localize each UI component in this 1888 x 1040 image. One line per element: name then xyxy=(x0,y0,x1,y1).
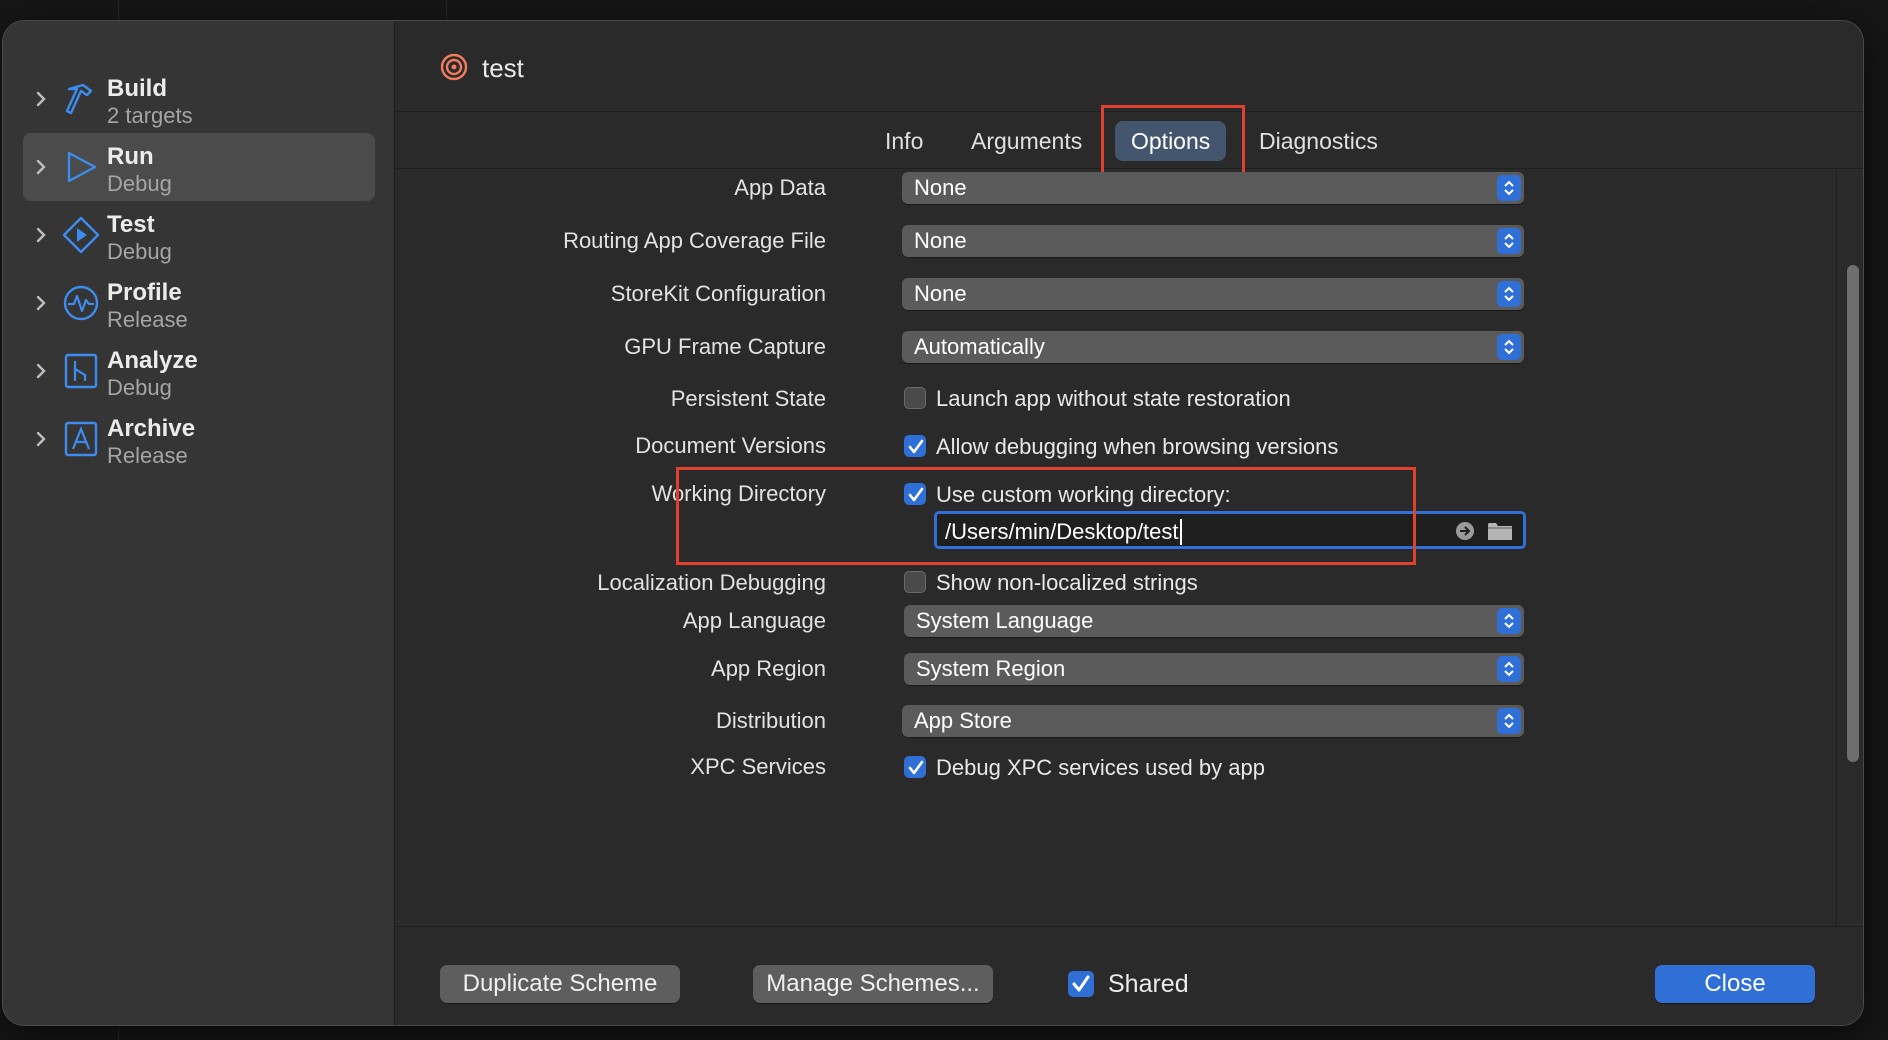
highlight-box-working-directory xyxy=(676,467,1416,565)
xpc-services-label: XPC Services xyxy=(690,754,826,779)
popup-value: System Language xyxy=(916,608,1094,633)
hammer-icon xyxy=(65,83,93,115)
sidebar-item-name: Build xyxy=(107,75,167,102)
waveform-icon xyxy=(63,285,99,321)
chevron-updown-icon xyxy=(1497,281,1521,307)
app-region-label: App Region xyxy=(711,656,826,681)
app-region-popup[interactable]: System Region xyxy=(904,653,1524,685)
popup-value: None xyxy=(914,281,967,306)
gpu-capture-popup[interactable]: Automatically xyxy=(902,331,1524,363)
sidebar-item-name: Test xyxy=(107,211,155,238)
duplicate-scheme-button[interactable]: Duplicate Scheme xyxy=(440,965,680,1003)
tab-info[interactable]: Info xyxy=(869,121,939,161)
target-icon xyxy=(440,53,468,81)
persistent-state-label: Persistent State xyxy=(670,386,826,411)
sidebar-item-subtitle: Release xyxy=(107,443,188,468)
sidebar-item-subtitle: Debug xyxy=(107,171,172,196)
shared-checkbox[interactable] xyxy=(1068,971,1094,997)
tab-diagnostics[interactable]: Diagnostics xyxy=(1243,121,1394,161)
storekit-label: StoreKit Configuration xyxy=(610,281,826,306)
popup-value: System Region xyxy=(916,656,1066,681)
scheme-title: test xyxy=(482,53,524,83)
sidebar-item-name: Archive xyxy=(107,415,196,442)
scheme-action-sidebar: Build 2 targets Run Debug Test Debug Pro… xyxy=(3,21,395,1025)
sidebar-item-subtitle: Debug xyxy=(107,239,172,264)
popup-value: None xyxy=(914,175,967,200)
xpc-services-checkbox-label[interactable]: Debug XPC services used by app xyxy=(936,755,1265,781)
gpu-capture-label: GPU Frame Capture xyxy=(624,334,826,359)
app-data-label: App Data xyxy=(734,175,826,200)
distribution-label: Distribution xyxy=(715,708,826,733)
app-language-popup[interactable]: System Language xyxy=(904,605,1524,637)
chevron-right-icon[interactable] xyxy=(33,291,49,315)
chevron-updown-icon xyxy=(1497,334,1521,360)
sidebar-item-name: Run xyxy=(107,143,154,170)
close-button[interactable]: Close xyxy=(1655,965,1815,1003)
chevron-updown-icon xyxy=(1497,708,1521,734)
sidebar-item-archive[interactable]: Archive Release xyxy=(23,405,375,473)
popup-value: Automatically xyxy=(914,334,1045,359)
sidebar-item-subtitle: Release xyxy=(107,307,188,332)
sidebar-item-build[interactable]: Build 2 targets xyxy=(23,65,375,133)
chevron-updown-icon xyxy=(1497,608,1521,634)
sidebar-item-subtitle: 2 targets xyxy=(107,103,193,128)
document-versions-label: Document Versions xyxy=(635,433,826,458)
sidebar-item-name: Profile xyxy=(107,279,182,306)
routing-coverage-label: Routing App Coverage File xyxy=(563,228,826,253)
document-versions-checkbox[interactable] xyxy=(904,435,926,457)
scheme-header: test xyxy=(396,21,1863,112)
popup-value: None xyxy=(914,228,967,253)
storekit-popup[interactable]: None xyxy=(902,278,1524,310)
scheme-editor-dialog: Build 2 targets Run Debug Test Debug Pro… xyxy=(2,20,1864,1026)
manage-schemes-button[interactable]: Manage Schemes... xyxy=(753,965,993,1003)
localization-debugging-checkbox[interactable] xyxy=(904,571,926,593)
sidebar-item-subtitle: Debug xyxy=(107,375,172,400)
localization-debugging-label: Localization Debugging xyxy=(597,570,826,595)
analyze-icon xyxy=(64,353,98,389)
document-versions-checkbox-label[interactable]: Allow debugging when browsing versions xyxy=(936,434,1338,460)
popup-value: App Store xyxy=(914,708,1012,733)
chevron-right-icon[interactable] xyxy=(33,427,49,451)
chevron-right-icon[interactable] xyxy=(33,359,49,383)
localization-debugging-checkbox-label[interactable]: Show non-localized strings xyxy=(936,570,1198,596)
sidebar-item-name: Analyze xyxy=(107,347,198,374)
sidebar-item-test[interactable]: Test Debug xyxy=(23,201,375,269)
persistent-state-checkbox-label[interactable]: Launch app without state restoration xyxy=(936,386,1291,412)
sidebar-item-profile[interactable]: Profile Release xyxy=(23,269,375,337)
chevron-updown-icon xyxy=(1497,656,1521,682)
archive-icon xyxy=(64,421,98,457)
shared-label[interactable]: Shared xyxy=(1108,970,1189,999)
chevron-right-icon[interactable] xyxy=(33,223,49,247)
scrollbar-thumb[interactable] xyxy=(1847,265,1859,762)
dialog-footer: Duplicate Scheme Manage Schemes... Share… xyxy=(396,926,1863,1025)
folder-icon[interactable] xyxy=(1487,520,1513,542)
xpc-services-checkbox[interactable] xyxy=(904,756,926,778)
test-diamond-icon xyxy=(62,216,100,254)
chevron-right-icon[interactable] xyxy=(33,87,49,111)
chevron-right-icon[interactable] xyxy=(33,155,49,179)
arrow-circle-icon[interactable] xyxy=(1455,521,1475,541)
play-icon xyxy=(67,151,97,183)
distribution-popup[interactable]: App Store xyxy=(902,705,1524,737)
tab-bar: Info Arguments Options Diagnostics xyxy=(396,105,1863,181)
scheme-options-panel: test Info Arguments Options Diagnostics … xyxy=(396,21,1863,1025)
sidebar-item-run[interactable]: Run Debug xyxy=(23,133,375,201)
routing-coverage-popup[interactable]: None xyxy=(902,225,1524,257)
sidebar-item-analyze[interactable]: Analyze Debug xyxy=(23,337,375,405)
app-language-label: App Language xyxy=(682,608,826,633)
chevron-updown-icon xyxy=(1497,175,1521,201)
chevron-updown-icon xyxy=(1497,228,1521,254)
options-form: App Data None Routing App Coverage File … xyxy=(396,170,1836,926)
app-data-popup[interactable]: None xyxy=(902,172,1524,204)
tab-arguments[interactable]: Arguments xyxy=(955,121,1098,161)
persistent-state-checkbox[interactable] xyxy=(904,387,926,409)
